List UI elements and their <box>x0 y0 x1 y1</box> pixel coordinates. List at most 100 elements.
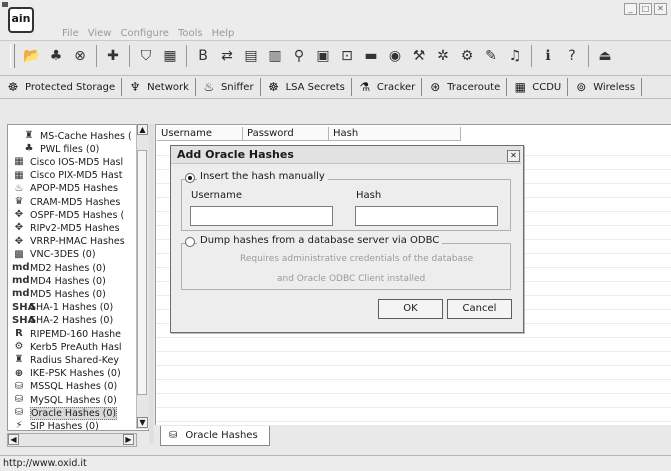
tree-item[interactable]: SHA SHA-2 Hashes (0) <box>12 314 113 328</box>
scroll-down-icon[interactable]: ▼ <box>137 417 148 428</box>
tree-item[interactable]: ⛁ MSSQL Hashes (0) <box>12 380 117 394</box>
tree-item-icon: SHA <box>12 301 36 313</box>
tree-scroll-thumb[interactable] <box>137 150 147 395</box>
tree-item[interactable]: ▦ Cisco IOS-MD5 Hasl <box>12 155 123 169</box>
toolbar-grip[interactable] <box>10 44 15 68</box>
cookie-icon[interactable]: ♣ <box>45 45 67 67</box>
sound-icon[interactable]: ♫ <box>504 45 526 67</box>
tree-item[interactable]: ✥ OSPF-MD5 Hashes ( <box>12 208 124 222</box>
grid-row-line <box>156 337 671 338</box>
column-header-hash[interactable]: Hash <box>329 127 461 141</box>
tree-item[interactable]: R RIPEMD-160 Hashe <box>12 327 121 341</box>
tree-item-icon: ⛁ <box>14 394 24 405</box>
grid-icon[interactable]: ▦ <box>159 45 181 67</box>
antenna-icon[interactable]: ⚲ <box>288 45 310 67</box>
grid-row-line <box>156 365 671 366</box>
open-icon[interactable]: 📂 <box>21 45 43 67</box>
tree-item[interactable]: ♜ Radius Shared-Key <box>12 353 119 367</box>
tab-label: Protected Storage <box>25 81 116 93</box>
scroll-left-icon[interactable]: ◀ <box>8 434 19 445</box>
username-label: Username <box>191 190 242 201</box>
exit-icon[interactable]: ⏏ <box>594 45 616 67</box>
tab-cracker[interactable]: ⚗ Cracker <box>352 78 423 96</box>
tree-item[interactable]: ✥ RIPv2-MD5 Hashes <box>12 221 120 235</box>
edit-icon[interactable]: ✎ <box>480 45 502 67</box>
maximize-button[interactable]: □ <box>639 3 652 15</box>
tree-item[interactable]: ✥ VRRP-HMAC Hashes <box>12 235 125 249</box>
tree-item-label: Oracle Hashes (0) <box>30 406 118 420</box>
tree-item[interactable]: ♣ PWL files (0) <box>22 142 100 156</box>
bottom-tab-oracle-hashes[interactable]: ⛁ Oracle Hashes <box>160 426 270 446</box>
base64-icon[interactable]: B <box>192 45 214 67</box>
manual-radio[interactable] <box>185 173 195 183</box>
tree-item-label: VNC-3DES (0) <box>30 249 96 261</box>
tree-item-label: MySQL Hashes (0) <box>30 394 117 406</box>
tree-item[interactable]: ▩ VNC-3DES (0) <box>12 248 96 262</box>
close-icon[interactable]: ✕ <box>507 150 520 162</box>
tab-label: LSA Secrets <box>285 81 345 93</box>
system-menu-icon[interactable] <box>2 2 8 7</box>
tab-network[interactable]: ♆ Network <box>122 78 196 96</box>
tree-item[interactable]: ⚙ Kerb5 PreAuth Hasl <box>12 340 122 354</box>
tab-protected-storage[interactable]: ☸ Protected Storage <box>0 78 123 96</box>
wrench-icon[interactable]: ✲ <box>432 45 454 67</box>
tree-item[interactable]: md MD5 Hashes (0) <box>12 287 106 301</box>
tree-item[interactable]: ⛁ Oracle Hashes (0) <box>12 406 118 420</box>
hdd-icon[interactable]: ▬ <box>360 45 382 67</box>
info-icon[interactable]: ℹ <box>537 45 559 67</box>
tab-sniffer[interactable]: ♨ Sniffer <box>196 78 261 96</box>
add-icon[interactable]: ✚ <box>102 45 124 67</box>
tree-item[interactable]: ♛ CRAM-MD5 Hashes <box>12 195 121 209</box>
hash-field[interactable] <box>355 206 498 226</box>
pane-splitter[interactable] <box>149 124 154 444</box>
tools-icon[interactable]: ⚒ <box>408 45 430 67</box>
hash-table-icon[interactable]: ▤ <box>240 45 262 67</box>
tab-wireless[interactable]: ⊚ Wireless <box>568 78 643 96</box>
disk-icon[interactable]: ◉ <box>384 45 406 67</box>
tab-icon: ▦ <box>514 80 526 94</box>
tree-horizontal-scrollbar[interactable]: ◀ ▶ <box>7 433 137 447</box>
menu-help[interactable]: Help <box>212 28 235 40</box>
scroll-right-icon[interactable]: ▶ <box>123 434 134 445</box>
scroll-up-icon[interactable]: ▲ <box>137 124 148 135</box>
tree-item-icon: md <box>12 275 30 287</box>
column-header-password[interactable]: Password <box>243 127 329 141</box>
close-window-button[interactable]: ✕ <box>654 3 667 15</box>
pc-icon[interactable]: ▣ <box>312 45 334 67</box>
menu-file[interactable]: File <box>62 28 79 40</box>
tree-item[interactable]: md MD4 Hashes (0) <box>12 274 106 288</box>
route-icon[interactable]: ⇄ <box>216 45 238 67</box>
menu-tools[interactable]: Tools <box>178 28 203 40</box>
tree-item[interactable]: md MD2 Hashes (0) <box>12 261 106 275</box>
shield-icon[interactable]: ⛉ <box>135 45 157 67</box>
username-field[interactable] <box>190 206 333 226</box>
tab-traceroute[interactable]: ⊛ Traceroute <box>422 78 508 96</box>
menu-configure[interactable]: Configure <box>120 28 168 40</box>
column-header-username[interactable]: Username <box>157 127 243 141</box>
menu-view[interactable]: View <box>88 28 112 40</box>
tab-icon: ♆ <box>129 80 141 94</box>
password-box-icon[interactable]: ⊡ <box>336 45 358 67</box>
tab-ccdu[interactable]: ▦ CCDU <box>507 78 569 96</box>
tree-item-label: IKE-PSK Hashes (0) <box>30 368 121 380</box>
odbc-note-line2: and Oracle ODBC Client installed <box>277 274 426 284</box>
hash-table2-icon[interactable]: ▥ <box>264 45 286 67</box>
tree-item[interactable]: ⛁ MySQL Hashes (0) <box>12 393 117 407</box>
tree-item[interactable]: ⊕ IKE-PSK Hashes (0) <box>12 367 121 381</box>
tree-item[interactable]: ♜ MS-Cache Hashes ( <box>22 129 132 143</box>
tree-item[interactable]: ⚡ SIP Hashes (0) <box>12 419 98 430</box>
help-icon[interactable]: ? <box>561 45 583 67</box>
tab-lsa-secrets[interactable]: ☸ LSA Secrets <box>261 78 352 96</box>
gear-icon[interactable]: ⚙ <box>456 45 478 67</box>
cancel-button[interactable]: Cancel <box>447 299 512 319</box>
odbc-radio[interactable] <box>185 237 195 247</box>
tree-item[interactable]: SHA SHA-1 Hashes (0) <box>12 301 113 315</box>
minimize-button[interactable]: _ <box>624 3 637 15</box>
tree-item-icon: ✥ <box>14 209 24 221</box>
tree-item-icon: ⛁ <box>14 380 24 392</box>
network-icon[interactable]: ⊗ <box>69 45 91 67</box>
tree-item[interactable]: ▦ Cisco PIX-MD5 Hast <box>12 169 122 183</box>
tree-item[interactable]: ♨ APOP-MD5 Hashes <box>12 182 118 196</box>
tree-item-label: SHA-2 Hashes (0) <box>30 315 114 327</box>
ok-button[interactable]: OK <box>378 299 443 319</box>
